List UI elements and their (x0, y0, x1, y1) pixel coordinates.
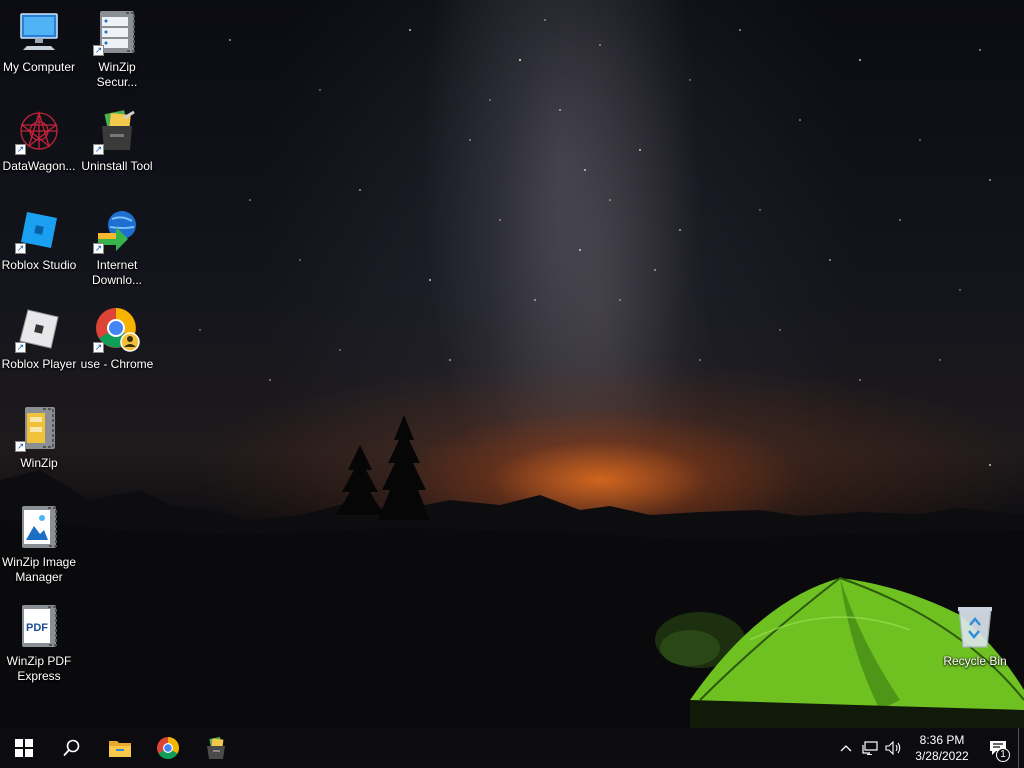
desktop-icon-label: Roblox Studio (1, 258, 77, 272)
desktop-icon-label: WinZip PDF Express (6, 654, 72, 683)
file-explorer-icon (109, 741, 131, 757)
internet-download-manager-icon: ↗ (93, 206, 141, 254)
network-icon (862, 741, 878, 755)
desktop-icon-uninstall-tool[interactable]: ↗ Uninstall Tool (78, 103, 156, 195)
desktop-icon-label: Uninstall Tool (81, 159, 153, 173)
winzip-image-manager-icon (15, 503, 63, 551)
start-icon (15, 739, 33, 757)
taskbar-file-explorer[interactable] (96, 728, 144, 768)
desktop-icon-label: My Computer (2, 60, 76, 74)
action-center-button[interactable]: 1 (978, 728, 1018, 768)
shortcut-arrow-icon: ↗ (15, 243, 26, 254)
winzip-secure-icon: ↗ (93, 8, 141, 56)
desktop-icon-datawagon[interactable]: ↗ DataWagon... (0, 103, 78, 195)
notification-count-badge: 1 (996, 748, 1010, 762)
desktop-icon-label: Recycle Bin (943, 654, 1007, 668)
computer-icon (15, 8, 63, 56)
desktop-icon-label: WinZip (20, 456, 58, 470)
desktop-icon-label: DataWagon... (2, 159, 76, 173)
shortcut-arrow-icon: ↗ (15, 144, 26, 155)
network-button[interactable] (858, 728, 882, 768)
search-button[interactable] (48, 728, 96, 768)
taskbar: 8:36 PM 3/28/2022 1 (0, 728, 1024, 768)
shortcut-arrow-icon: ↗ (93, 243, 104, 254)
shortcut-arrow-icon: ↗ (93, 45, 104, 56)
uninstall-tool-icon: ↗ (93, 107, 141, 155)
desktop-icon-label: WinZip Image Manager (1, 555, 77, 584)
chevron-up-icon (840, 745, 852, 752)
winzip-icon: ↗ (15, 404, 63, 452)
recycle-bin-icon (951, 602, 999, 650)
desktop-icon-label: WinZip Secur... (96, 60, 138, 89)
stars (199, 19, 991, 466)
desktop-icon-winzip-secure[interactable]: ↗ WinZip Secur... (78, 4, 156, 96)
clock-time: 8:36 PM (919, 733, 965, 747)
roblox-player-icon: ↗ (15, 305, 63, 353)
desktop-icon-winzip-image-manager[interactable]: WinZip Image Manager (0, 499, 78, 591)
volume-icon (885, 741, 901, 755)
desktop-icon-label: Roblox Player (1, 357, 77, 371)
clock[interactable]: 8:36 PM 3/28/2022 (906, 728, 978, 768)
desktop-icon-chrome-profile[interactable]: ↗ use - Chrome (78, 301, 156, 393)
svg-text:PDF: PDF (26, 622, 48, 634)
system-tray: 8:36 PM 3/28/2022 1 (834, 728, 1024, 768)
datawagon-icon: ↗ (15, 107, 63, 155)
clock-date: 3/28/2022 (915, 749, 969, 763)
taskbar-chrome[interactable] (144, 728, 192, 768)
desktop-icon-winzip[interactable]: ↗ WinZip (0, 400, 78, 492)
desktop-icon-label: Internet Downlo... (91, 258, 143, 287)
search-icon (63, 739, 80, 757)
chrome-icon (157, 737, 179, 759)
uninstall-tool-icon (207, 736, 225, 759)
show-desktop-button[interactable] (1018, 728, 1024, 768)
taskbar-uninstall-tool[interactable] (192, 728, 240, 768)
desktop-icon-roblox-player[interactable]: ↗ Roblox Player (0, 301, 78, 393)
shortcut-arrow-icon: ↗ (93, 144, 104, 155)
roblox-studio-icon: ↗ (15, 206, 63, 254)
show-hidden-icons-button[interactable] (834, 728, 858, 768)
chrome-profile-icon: ↗ (93, 305, 141, 353)
desktop-icon-winzip-pdf-express[interactable]: PDF WinZip PDF Express (0, 598, 78, 690)
shortcut-arrow-icon: ↗ (93, 342, 104, 353)
desktop-icon-roblox-studio[interactable]: ↗ Roblox Studio (0, 202, 78, 294)
desktop-icon-my-computer[interactable]: My Computer (0, 4, 78, 96)
desktop-icon-recycle-bin[interactable]: Recycle Bin (936, 598, 1014, 690)
desktop-icon-internet-download-manager[interactable]: ↗ Internet Downlo... (78, 202, 156, 294)
start-button[interactable] (0, 728, 48, 768)
winzip-pdf-express-icon: PDF (15, 602, 63, 650)
desktop-icon-label: use - Chrome (80, 357, 154, 371)
shortcut-arrow-icon: ↗ (15, 441, 26, 452)
volume-button[interactable] (882, 728, 906, 768)
shortcut-arrow-icon: ↗ (15, 342, 26, 353)
